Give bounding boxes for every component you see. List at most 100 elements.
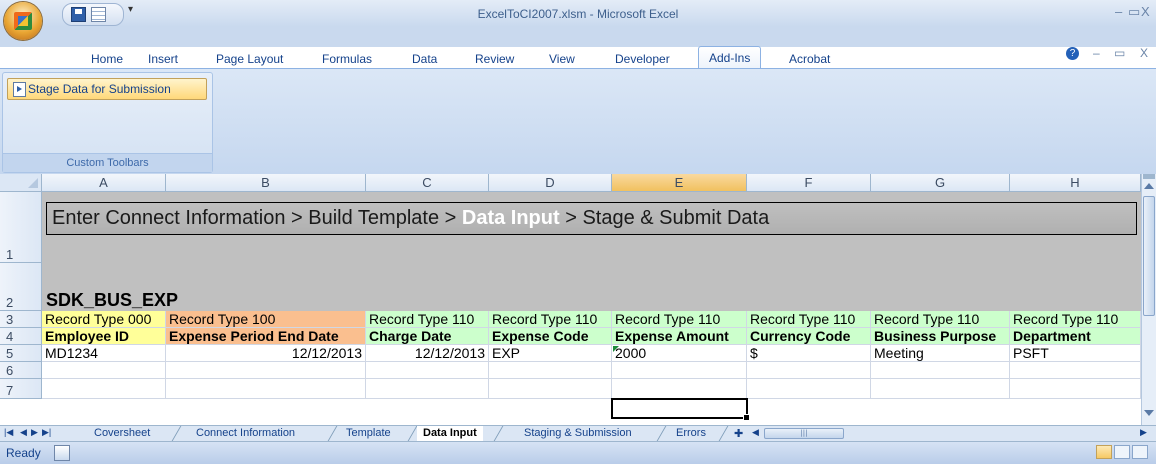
row-header-7[interactable]: 7 [0,379,42,399]
cell-f5[interactable]: $ [747,345,871,362]
worksheet-grid[interactable]: A B C D E F G H 1 2 3 4 5 6 7 Enter Conn… [0,174,1141,425]
tab-page-layout[interactable]: Page Layout [216,52,283,66]
first-sheet-icon[interactable]: |◀ [4,427,13,438]
page-layout-view-button[interactable] [1114,445,1130,459]
cell-g4[interactable]: Business Purpose [871,328,1010,345]
cell-e5[interactable]: 2000 [612,345,747,362]
cell-d3[interactable]: Record Type 110 [489,311,612,328]
workbook-close-button[interactable]: X [1140,46,1148,60]
cell-g3[interactable]: Record Type 110 [871,311,1010,328]
tab-acrobat[interactable]: Acrobat [789,52,830,66]
cell-h7[interactable] [1010,379,1141,399]
cell-b3[interactable]: Record Type 100 [166,311,366,328]
office-button[interactable] [4,2,42,40]
cell-a6[interactable] [42,362,166,379]
cell-e3[interactable]: Record Type 110 [612,311,747,328]
cell-d6[interactable] [489,362,612,379]
sheet-tab-errors[interactable]: Errors [676,426,706,441]
cell-f3[interactable]: Record Type 110 [747,311,871,328]
tab-review[interactable]: Review [475,52,514,66]
row-header-5[interactable]: 5 [0,345,42,362]
cell-e4[interactable]: Expense Amount [612,328,747,345]
sheet-tab-template[interactable]: Template [346,426,391,441]
column-header-a[interactable]: A [42,174,166,192]
cell-d4[interactable]: Expense Code [489,328,612,345]
cell-f7[interactable] [747,379,871,399]
column-header-b[interactable]: B [166,174,366,192]
next-sheet-icon[interactable]: ▶ [31,427,38,438]
scroll-up-icon[interactable] [1144,183,1154,189]
stage-data-button[interactable]: Stage Data for Submission [7,78,207,100]
row-header-6[interactable]: 6 [0,362,42,379]
workbook-minimize-button[interactable]: – [1093,46,1100,60]
tab-data[interactable]: Data [412,52,437,66]
cell-b5[interactable]: 12/12/2013 [166,345,366,362]
cell-d5[interactable]: EXP [489,345,612,362]
insert-sheet-icon[interactable]: ✚ [734,427,743,440]
cell-h6[interactable] [1010,362,1141,379]
horizontal-scroll-thumb[interactable]: ||| [764,428,844,439]
tab-insert[interactable]: Insert [148,52,178,66]
split-box[interactable] [1143,174,1155,179]
cell-a5[interactable]: MD1234 [42,345,166,362]
cell-c6[interactable] [366,362,489,379]
cell-g5[interactable]: Meeting [871,345,1010,362]
cell-c7[interactable] [366,379,489,399]
page-break-view-button[interactable] [1132,445,1148,459]
row-header-4[interactable]: 4 [0,328,42,345]
cell-c5[interactable]: 12/12/2013 [366,345,489,362]
row-header-1[interactable]: 1 [0,192,42,263]
active-cell-selection[interactable] [611,398,750,421]
scroll-thumb[interactable] [1143,196,1155,316]
column-header-c[interactable]: C [366,174,489,192]
cell-a3[interactable]: Record Type 000 [42,311,166,328]
cell-f4[interactable]: Currency Code [747,328,871,345]
cell-h4[interactable]: Department [1010,328,1141,345]
error-indicator-icon[interactable] [613,346,619,352]
scroll-right-icon[interactable]: ▶ [1140,427,1147,438]
macro-recording-icon[interactable] [54,445,70,461]
maximize-button[interactable]: ▭ [1128,4,1140,20]
prev-sheet-icon[interactable]: ◀ [20,427,27,438]
cell-g6[interactable] [871,362,1010,379]
cell-b4[interactable]: Expense Period End Date [166,328,366,345]
row-header-2[interactable]: 2 [0,263,42,311]
cell-c4[interactable]: Charge Date [366,328,489,345]
cell-f6[interactable] [747,362,871,379]
column-header-e[interactable]: E [612,174,747,192]
column-header-g[interactable]: G [871,174,1010,192]
cell-b7[interactable] [166,379,366,399]
sheet-tab-staging-submission[interactable]: Staging & Submission [524,426,632,441]
sheet-tab-coversheet[interactable]: Coversheet [94,426,150,441]
close-button[interactable]: X [1141,4,1150,19]
cell-a7[interactable] [42,379,166,399]
cell-a4[interactable]: Employee ID [42,328,166,345]
help-icon[interactable]: ? [1066,47,1079,60]
scroll-down-icon[interactable] [1144,410,1154,416]
cell-h5[interactable]: PSFT [1010,345,1141,362]
cell-e7[interactable] [612,379,747,399]
minimize-button[interactable]: – [1115,4,1122,19]
tab-view[interactable]: View [549,52,575,66]
vertical-scrollbar[interactable] [1141,174,1156,425]
row-header-3[interactable]: 3 [0,311,42,328]
column-header-d[interactable]: D [489,174,612,192]
workbook-restore-button[interactable]: ▭ [1114,46,1125,60]
sheet-tab-connect-information[interactable]: Connect Information [196,426,295,441]
cell-g7[interactable] [871,379,1010,399]
cell-e6[interactable] [612,362,747,379]
last-sheet-icon[interactable]: ▶| [42,427,51,438]
cell-c3[interactable]: Record Type 110 [366,311,489,328]
normal-view-button[interactable] [1096,445,1112,459]
horizontal-scrollbar[interactable]: ◀ ||| ▶ [752,427,1152,440]
column-header-h[interactable]: H [1010,174,1141,192]
cell-h3[interactable]: Record Type 110 [1010,311,1141,328]
tab-formulas[interactable]: Formulas [322,52,372,66]
cell-b6[interactable] [166,362,366,379]
scroll-left-icon[interactable]: ◀ [752,427,759,438]
cell-d7[interactable] [489,379,612,399]
select-all-button[interactable] [0,174,42,192]
tab-home[interactable]: Home [91,52,123,66]
tab-developer[interactable]: Developer [615,52,670,66]
column-header-f[interactable]: F [747,174,871,192]
